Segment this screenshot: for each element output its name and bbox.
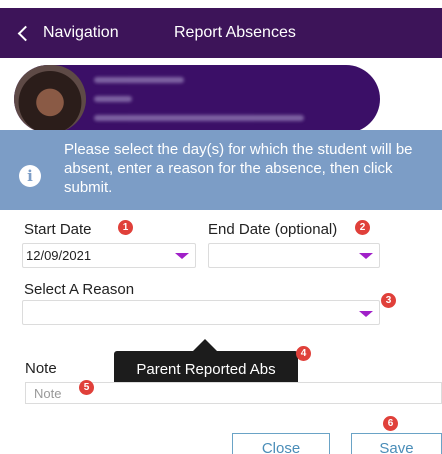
save-button[interactable]: Save — [351, 433, 442, 454]
step-badge: 4 — [296, 346, 311, 361]
page-title: Report Absences — [174, 24, 296, 41]
info-message: Please select the day(s) for which the s… — [64, 141, 413, 196]
navigation-back-link[interactable]: Navigation — [43, 24, 119, 42]
step-badge: 6 — [383, 416, 398, 431]
step-badge: 1 — [118, 220, 133, 235]
info-icon: i — [19, 165, 41, 187]
tooltip-arrow — [193, 339, 217, 351]
dropdown-caret-icon — [359, 253, 373, 259]
dropdown-caret-icon — [175, 253, 189, 259]
start-date-select[interactable]: 12/09/2021 — [22, 243, 196, 268]
end-date-label: End Date (optional) — [208, 221, 338, 238]
end-date-select[interactable] — [208, 243, 380, 268]
step-badge: 2 — [355, 220, 370, 235]
dropdown-caret-icon — [359, 311, 373, 317]
blurred-student-grade — [94, 96, 132, 102]
student-avatar — [14, 65, 86, 133]
step-badge: 5 — [79, 380, 94, 395]
reason-label: Select A Reason — [24, 281, 135, 298]
reason-select[interactable] — [22, 300, 380, 325]
start-date-value: 12/09/2021 — [26, 248, 92, 263]
note-label: Note — [25, 360, 57, 377]
blurred-student-school — [94, 115, 304, 121]
step-badge: 3 — [381, 293, 396, 308]
blurred-student-name — [94, 77, 184, 83]
close-button[interactable]: Close — [232, 433, 330, 454]
start-date-label: Start Date — [24, 221, 92, 238]
student-card — [14, 65, 380, 133]
